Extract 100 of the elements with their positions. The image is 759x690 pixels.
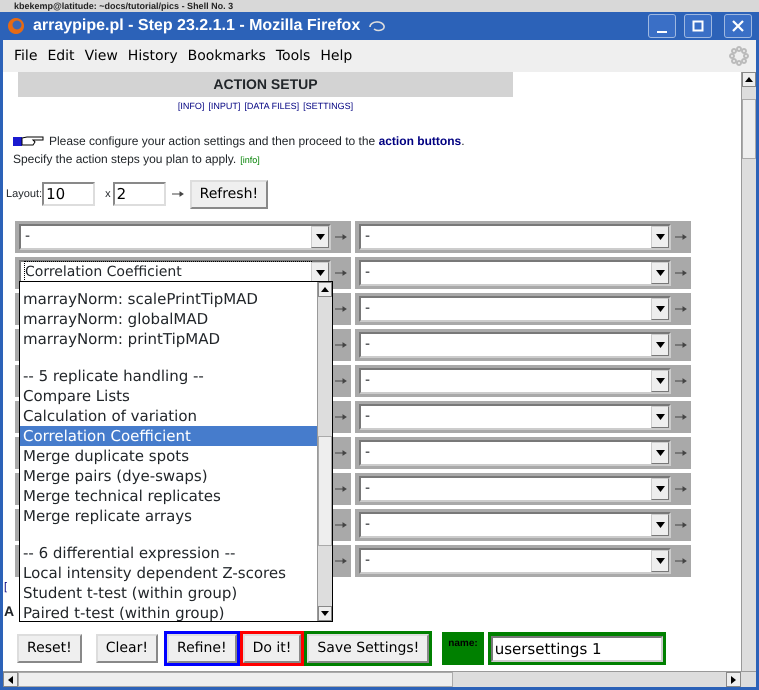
caret-icon bbox=[656, 234, 664, 240]
nav-link[interactable]: [DATA FILES] bbox=[244, 100, 300, 114]
action-button[interactable]: Clear! bbox=[96, 634, 158, 663]
arrow-icon bbox=[675, 414, 687, 420]
dropdown-option[interactable]: marrayNorm: printTipMAD bbox=[20, 329, 317, 349]
action-button[interactable]: Reset! bbox=[17, 634, 82, 663]
action-button[interactable]: Refine! bbox=[166, 634, 237, 663]
dropdown-select[interactable]: - bbox=[19, 224, 331, 250]
scroll-right-button[interactable] bbox=[726, 672, 741, 687]
caret-icon bbox=[656, 342, 664, 348]
dropdown-select[interactable]: - bbox=[359, 332, 671, 358]
dropdown-option[interactable]: -- 6 differential expression -- bbox=[20, 543, 317, 563]
arrow-icon bbox=[675, 450, 687, 456]
action-button[interactable]: Do it! bbox=[242, 634, 302, 663]
info-link[interactable]: [info] bbox=[240, 154, 260, 167]
throbber-icon bbox=[729, 46, 749, 66]
dropdown-option[interactable]: Merge pairs (dye-swaps) bbox=[20, 466, 317, 486]
dropdown-option[interactable]: marrayNorm: scalePrintTipMAD bbox=[20, 289, 317, 309]
dropdown-option[interactable]: Local intensity dependent Z-scores bbox=[20, 563, 317, 583]
menu-item[interactable]: Tools bbox=[272, 44, 314, 68]
scrollbar-thumb[interactable] bbox=[18, 672, 453, 687]
arrow-icon bbox=[335, 306, 347, 312]
caret-icon bbox=[656, 306, 664, 312]
menu-item[interactable]: Edit bbox=[43, 44, 79, 68]
dropdown-option[interactable]: Merge replicate arrays bbox=[20, 506, 317, 526]
caret-icon bbox=[656, 522, 664, 528]
swirl-icon bbox=[368, 19, 386, 33]
scrollbar-thumb[interactable] bbox=[742, 99, 756, 159]
arrow-icon bbox=[675, 306, 687, 312]
instruction-text: Please configure your action settings and then proceed to the action buttons. bbox=[49, 132, 465, 150]
action-button[interactable]: Save Settings! bbox=[307, 634, 430, 663]
dropdown-select[interactable]: - bbox=[359, 260, 671, 286]
close-button[interactable] bbox=[724, 14, 752, 38]
caret-icon bbox=[656, 270, 664, 276]
dropdown-option[interactable]: marrayNorm: globalMAD bbox=[20, 309, 317, 329]
nav-link[interactable]: [INPUT] bbox=[208, 100, 240, 114]
dropdown-option[interactable]: Merge technical replicates bbox=[20, 486, 317, 506]
refresh-button[interactable]: Refresh! bbox=[190, 180, 268, 208]
name-field[interactable]: usersettings 1 bbox=[490, 636, 663, 662]
layout-label: Layout: bbox=[6, 186, 42, 202]
menu-item[interactable]: History bbox=[124, 44, 182, 68]
close-icon bbox=[732, 20, 744, 32]
nav-link[interactable]: [SETTINGS] bbox=[303, 100, 354, 114]
dropdown-option[interactable]: -- 5 replicate handling -- bbox=[20, 366, 317, 386]
columns-field[interactable]: 2 bbox=[112, 182, 166, 206]
arrow-icon bbox=[675, 522, 687, 528]
caret-icon bbox=[316, 234, 324, 240]
heading-fragment: A bbox=[4, 603, 14, 619]
pointing-hand-icon bbox=[13, 134, 45, 146]
scroll-left-button[interactable] bbox=[3, 672, 18, 687]
arrow-icon bbox=[675, 486, 687, 492]
dropdown-option[interactable]: Calculation of variation bbox=[20, 406, 317, 426]
dropdown-select[interactable]: - bbox=[359, 440, 671, 466]
arrow-icon bbox=[335, 450, 347, 456]
separator-text: x bbox=[105, 186, 111, 202]
arrow-icon bbox=[675, 378, 687, 384]
rows-field[interactable]: 10 bbox=[42, 182, 96, 206]
scroll-up-button[interactable] bbox=[318, 282, 332, 297]
name-label: name: bbox=[442, 632, 484, 665]
dropdown-select[interactable]: - bbox=[359, 404, 671, 430]
arrow-icon bbox=[675, 234, 687, 240]
scroll-up-button[interactable] bbox=[742, 72, 756, 87]
dropdown-option[interactable]: Correlation Coefficient bbox=[20, 426, 317, 446]
right-arrow-icon bbox=[731, 676, 736, 684]
dropdown-option[interactable]: Compare Lists bbox=[20, 386, 317, 406]
dropdown-select[interactable]: - bbox=[359, 476, 671, 502]
arrow-icon bbox=[335, 270, 347, 276]
scrollbar-thumb[interactable] bbox=[318, 436, 332, 546]
minimize-button[interactable] bbox=[648, 14, 676, 38]
dropdown-select[interactable]: - bbox=[359, 548, 671, 574]
dropdown-option[interactable]: Student t-test (within group) bbox=[20, 583, 317, 603]
scroll-down-button[interactable] bbox=[318, 606, 332, 621]
page-heading: ACTION SETUP bbox=[18, 72, 513, 97]
nav-link[interactable]: [INFO] bbox=[178, 100, 204, 114]
instruction-text: Specify the action steps you plan to apply. bbox=[13, 150, 236, 168]
dropdown-select[interactable]: - bbox=[359, 224, 671, 250]
dropdown-select[interactable]: - bbox=[359, 512, 671, 538]
maximize-icon bbox=[692, 20, 704, 32]
caret-icon bbox=[656, 558, 664, 564]
menu-item[interactable]: View bbox=[80, 44, 122, 68]
dropdown-option[interactable]: Merge duplicate spots bbox=[20, 446, 317, 466]
arrow-icon bbox=[335, 414, 347, 420]
arrow-icon bbox=[335, 558, 347, 564]
link-fragment: [ bbox=[4, 580, 8, 594]
menu-item[interactable]: Bookmarks bbox=[184, 44, 270, 68]
caret-icon bbox=[656, 414, 664, 420]
minimize-icon bbox=[657, 31, 667, 33]
arrow-icon bbox=[675, 558, 687, 564]
arrow-icon bbox=[335, 234, 347, 240]
menu-item[interactable]: File bbox=[10, 44, 42, 68]
menu-item[interactable]: Help bbox=[316, 44, 356, 68]
arrow-icon bbox=[335, 378, 347, 384]
arrow-icon bbox=[335, 342, 347, 348]
down-arrow-icon bbox=[321, 611, 329, 616]
maximize-button[interactable] bbox=[684, 14, 712, 38]
dropdown-select[interactable]: - bbox=[359, 296, 671, 322]
caret-icon bbox=[656, 378, 664, 384]
browser-logo-icon bbox=[7, 17, 25, 35]
dropdown-select[interactable]: - bbox=[359, 368, 671, 394]
dropdown-option[interactable]: Paired t-test (within group) bbox=[20, 603, 317, 621]
